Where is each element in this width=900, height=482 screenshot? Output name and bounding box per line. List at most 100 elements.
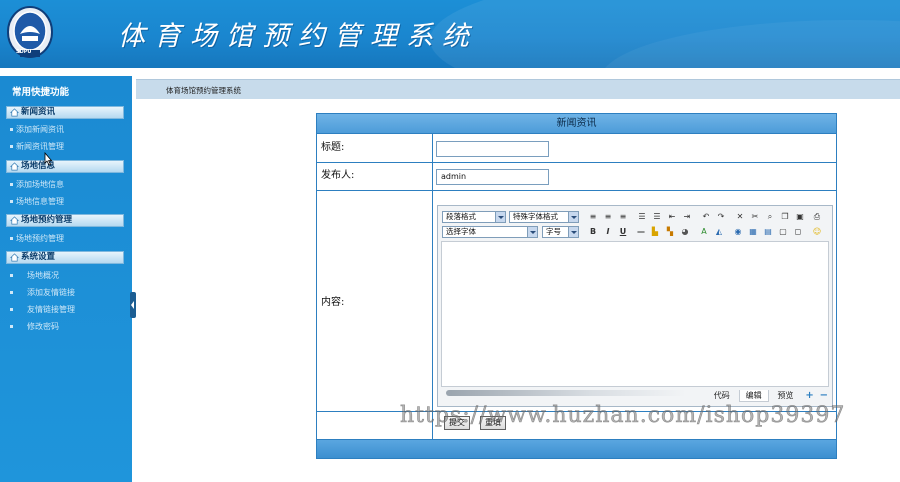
bullet-icon: [10, 274, 13, 277]
sidebar-item-manage-links[interactable]: 友情链接管理: [10, 304, 75, 315]
insert-file-icon[interactable]: ▚: [665, 227, 675, 237]
sidebar-group-label: 新闻资讯: [21, 107, 56, 117]
insert-frame-icon[interactable]: ▤: [763, 227, 773, 237]
home-icon: [10, 108, 19, 117]
sidebar-item-manage-booking[interactable]: 场地预约管理: [10, 233, 64, 244]
find-icon[interactable]: ⌕: [765, 212, 775, 222]
special-char-icon[interactable]: ▢: [778, 227, 788, 237]
sidebar-item-label: 场地预约管理: [16, 234, 64, 243]
align-center-icon[interactable]: ≡: [603, 212, 613, 222]
logo-caption: SDPU: [16, 49, 32, 55]
sidebar-item-label: 友情链接管理: [27, 305, 75, 314]
breadcrumb: 体育场馆预约管理系统: [166, 86, 241, 95]
form-footer: [317, 439, 836, 458]
mouse-cursor-icon: [44, 152, 53, 166]
form-row-publisher: 发布人:: [317, 162, 836, 190]
emoticon-icon[interactable]: ☺: [812, 227, 822, 237]
align-left-icon[interactable]: ≡: [588, 212, 598, 222]
outdent-icon[interactable]: ⇤: [667, 212, 677, 222]
tab-code[interactable]: 代码: [708, 390, 736, 401]
highlight-icon[interactable]: ◭: [714, 227, 724, 237]
print-icon[interactable]: ⎙: [812, 212, 822, 222]
breadcrumb-bar: 体育场馆预约管理系统: [136, 79, 900, 99]
home-icon: [10, 253, 19, 262]
chevron-down-icon: [527, 227, 537, 237]
bullet-icon: [10, 308, 13, 311]
sidebar-item-manage-venue[interactable]: 场地信息管理: [10, 196, 64, 207]
title-input[interactable]: [436, 141, 549, 157]
font-color-icon[interactable]: A: [699, 227, 709, 237]
cut-icon[interactable]: ✂: [750, 212, 760, 222]
watermark-text: https://www.huzhan.com/ishop39397: [400, 403, 846, 429]
sidebar-item-label: 场地信息管理: [16, 197, 64, 206]
font-size-select[interactable]: 字号: [542, 226, 579, 238]
app-header: SDPU 体育场馆预约管理系统: [0, 0, 900, 68]
redo-icon[interactable]: ↷: [716, 212, 726, 222]
special-format-select[interactable]: 特殊字体格式: [509, 211, 579, 223]
bullet-icon: [10, 200, 13, 203]
enlarge-icon[interactable]: +: [805, 390, 813, 401]
title-label: 标题:: [317, 134, 433, 162]
ordered-list-icon[interactable]: ☰: [637, 212, 647, 222]
copy-icon[interactable]: ❐: [780, 212, 790, 222]
sidebar-title: 常用快捷功能: [12, 87, 70, 98]
sidebar: 常用快捷功能 新闻资讯 添加新闻资讯 新闻资讯管理 场地信息 添加场地信息 场地…: [0, 76, 132, 482]
form-title: 新闻资讯: [317, 114, 836, 133]
publisher-input[interactable]: admin: [436, 169, 549, 185]
paragraph-format-select[interactable]: 段落格式: [442, 211, 506, 223]
sidebar-item-label: 添加场地信息: [16, 180, 64, 189]
bold-icon[interactable]: B: [588, 227, 598, 237]
sidebar-item-venue-overview[interactable]: 场地概况: [10, 270, 59, 281]
chevron-down-icon: [495, 212, 505, 222]
insert-link-icon[interactable]: ◉: [733, 227, 743, 237]
sidebar-group-venue[interactable]: 场地信息: [6, 160, 124, 173]
select-value: 字号: [546, 227, 561, 236]
unordered-list-icon[interactable]: ☰: [652, 212, 662, 222]
insert-media-icon[interactable]: ◕: [680, 227, 690, 237]
sidebar-group-news[interactable]: 新闻资讯: [6, 106, 124, 119]
paste-icon[interactable]: ▣: [795, 212, 805, 222]
select-value: 特殊字体格式: [513, 212, 558, 221]
select-value: 段落格式: [446, 212, 476, 221]
remove-format-icon[interactable]: ✕: [735, 212, 745, 222]
sidebar-item-add-news[interactable]: 添加新闻资讯: [10, 124, 64, 135]
font-family-select[interactable]: 选择字体: [442, 226, 538, 238]
sidebar-item-label: 添加友情链接: [27, 288, 75, 297]
site-title: 体育场馆预约管理系统: [118, 21, 478, 52]
sidebar-item-label: 修改密码: [27, 322, 59, 331]
indent-icon[interactable]: ⇥: [682, 212, 692, 222]
fullscreen-icon[interactable]: ◻: [793, 227, 803, 237]
bullet-icon: [10, 183, 13, 186]
sidebar-item-manage-news[interactable]: 新闻资讯管理: [10, 141, 64, 152]
editor-content-area[interactable]: [441, 241, 829, 387]
italic-icon[interactable]: I: [603, 227, 613, 237]
insert-image-icon[interactable]: ▙: [650, 227, 660, 237]
form-row-title: 标题:: [317, 133, 836, 162]
undo-icon[interactable]: ↶: [701, 212, 711, 222]
align-right-icon[interactable]: ≡: [618, 212, 628, 222]
sidebar-item-label: 新闻资讯管理: [16, 142, 64, 151]
horizontal-rule-icon[interactable]: —: [636, 227, 646, 237]
sidebar-item-add-venue[interactable]: 添加场地信息: [10, 179, 64, 190]
sidebar-item-label: 添加新闻资讯: [16, 125, 64, 134]
bullet-icon: [10, 145, 13, 148]
editor-mode-tabs: 代码 编辑 预览 + −: [708, 390, 828, 404]
tab-preview[interactable]: 预览: [771, 390, 799, 401]
content-label: 内容:: [317, 191, 433, 411]
home-icon: [10, 162, 19, 171]
sidebar-collapse-handle[interactable]: [130, 292, 136, 318]
tab-edit[interactable]: 编辑: [738, 390, 769, 402]
bullet-icon: [10, 325, 13, 328]
sidebar-group-label: 系统设置: [21, 252, 56, 262]
shrink-icon[interactable]: −: [820, 390, 828, 401]
bullet-icon: [10, 291, 13, 294]
publisher-label: 发布人:: [317, 163, 433, 190]
bullet-icon: [10, 237, 13, 240]
sidebar-group-booking[interactable]: 场地预约管理: [6, 214, 124, 227]
sidebar-item-change-password[interactable]: 修改密码: [10, 321, 59, 332]
underline-icon[interactable]: U: [618, 227, 628, 237]
chevron-down-icon: [568, 227, 578, 237]
sidebar-item-add-link[interactable]: 添加友情链接: [10, 287, 75, 298]
sidebar-group-settings[interactable]: 系统设置: [6, 251, 124, 264]
insert-table-icon[interactable]: ▦: [748, 227, 758, 237]
